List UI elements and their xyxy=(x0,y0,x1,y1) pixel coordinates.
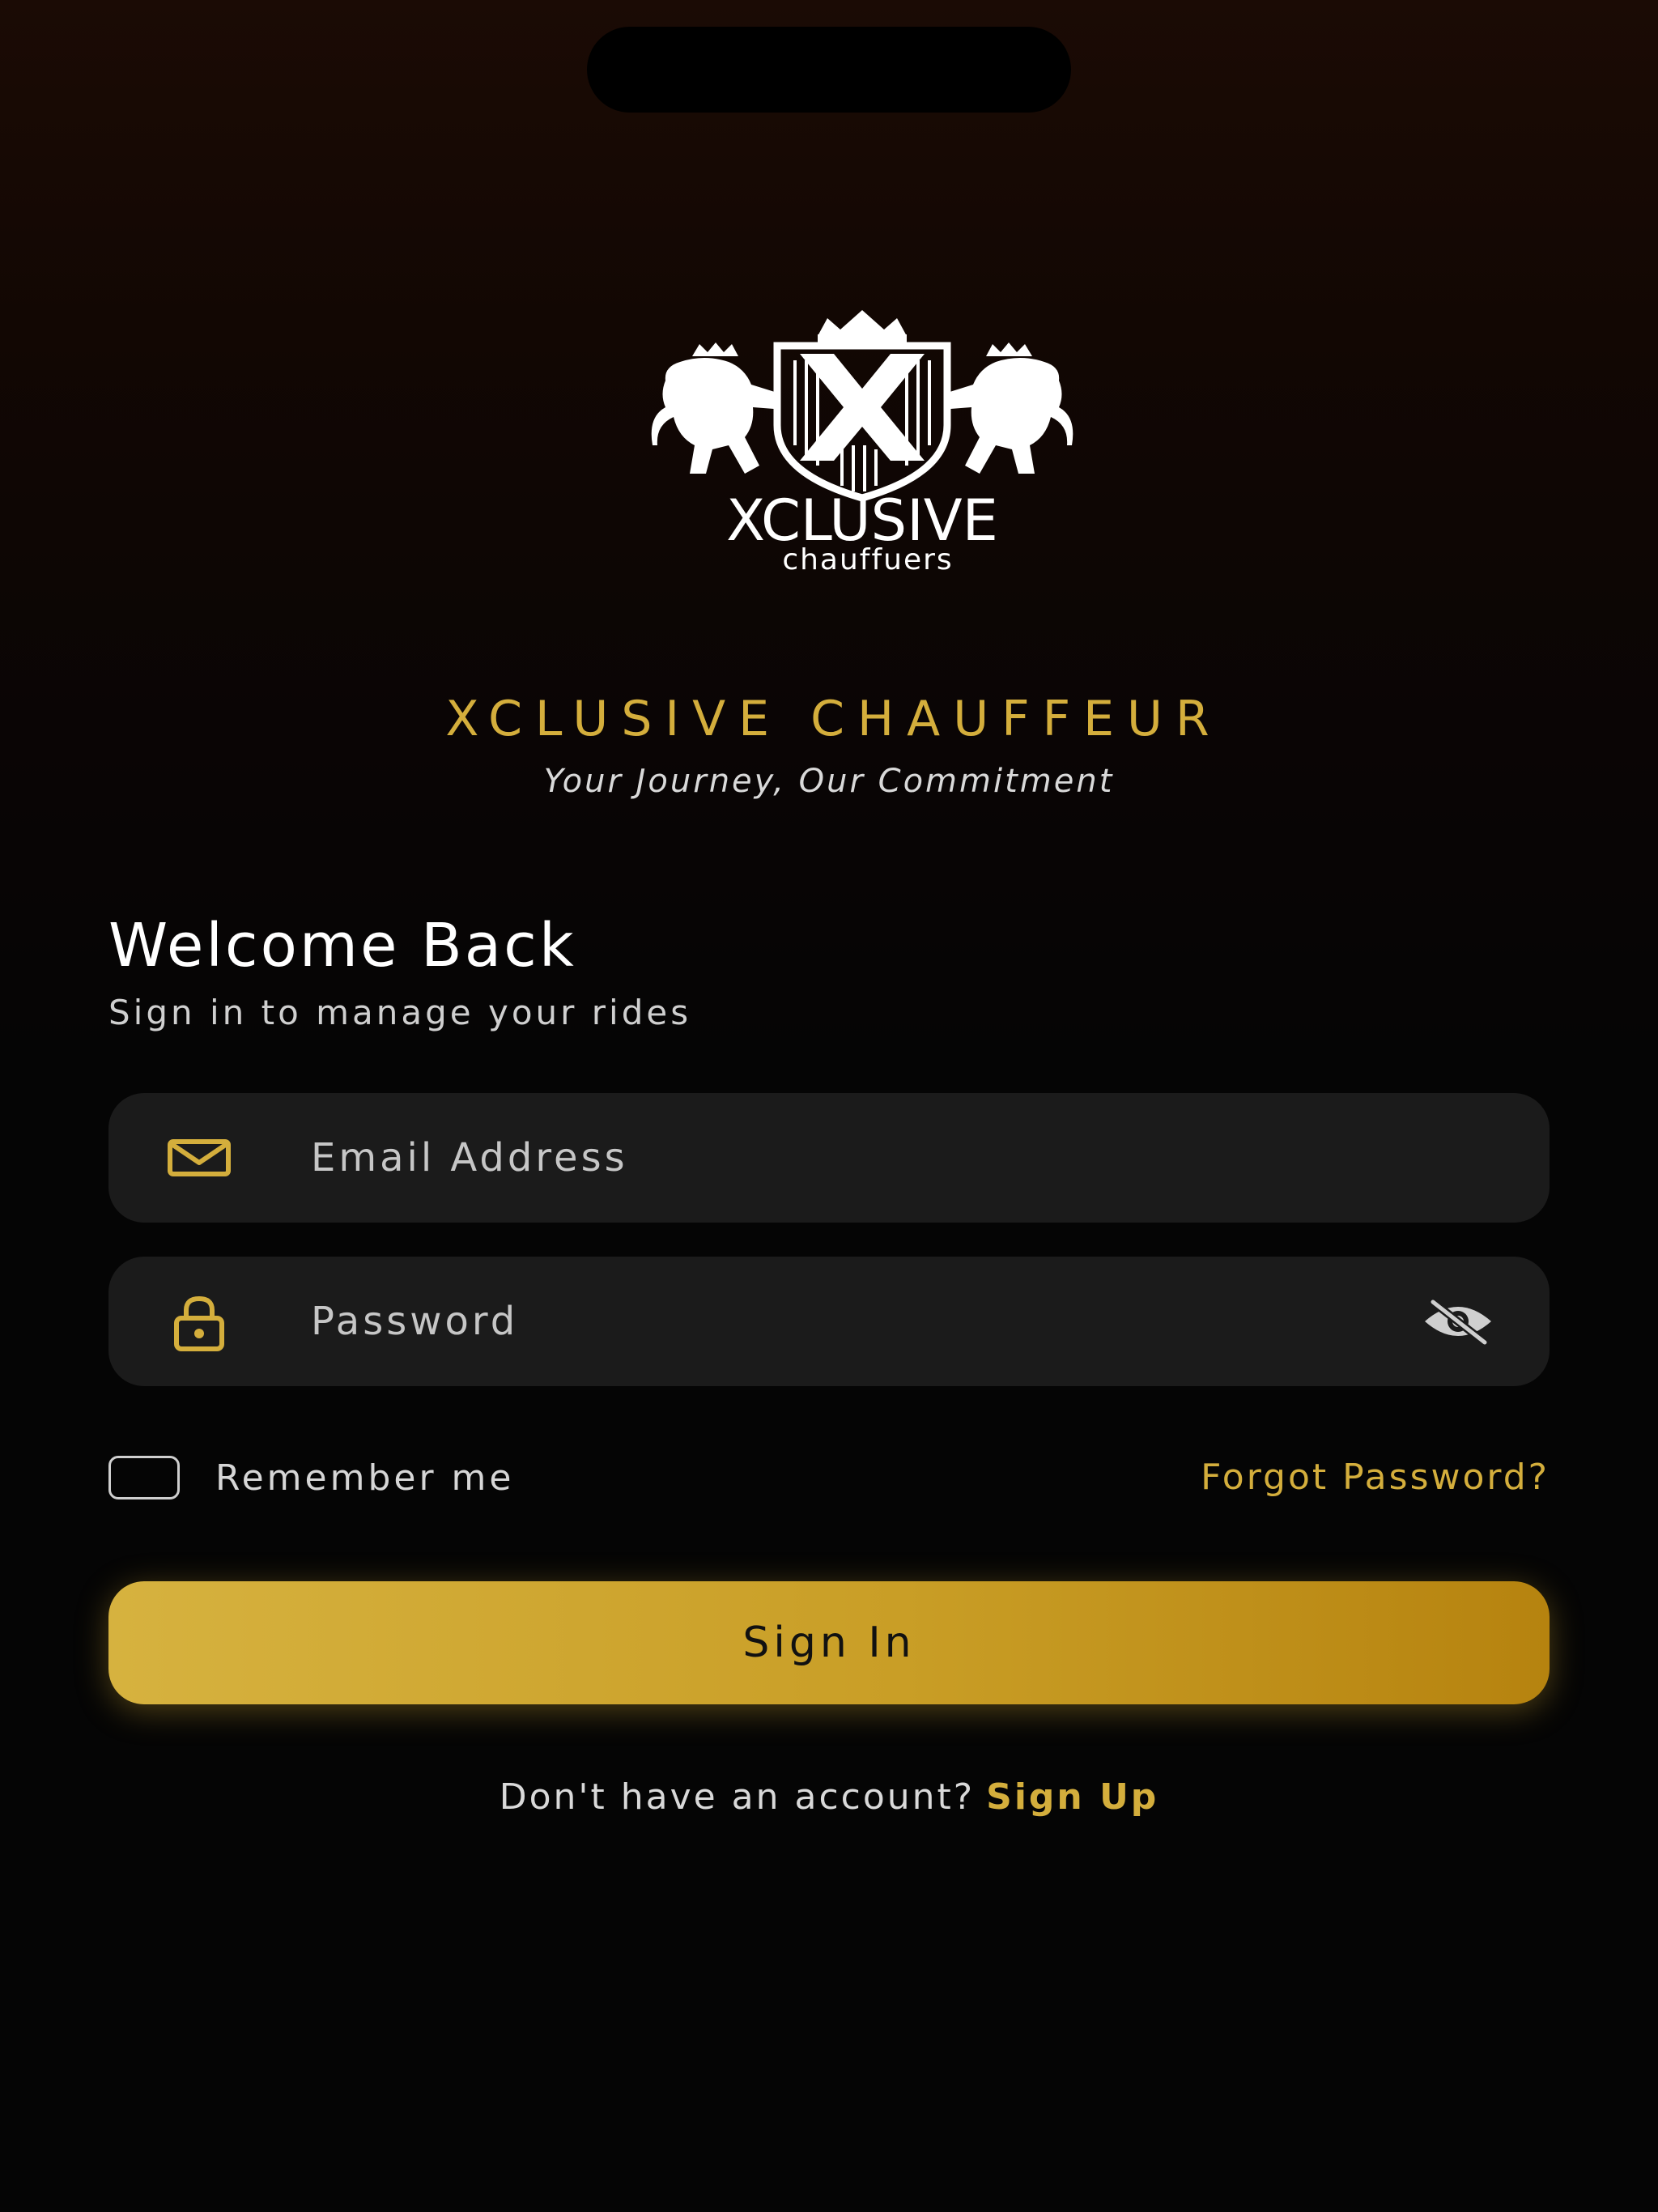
remember-me-checkbox[interactable] xyxy=(108,1456,180,1499)
eye-off-icon[interactable] xyxy=(1422,1297,1494,1346)
page-title: Welcome Back xyxy=(108,911,576,981)
brand-logo: XCLUSIVE chauffuers xyxy=(615,304,1109,575)
page-subtitle: Sign in to manage your rides xyxy=(108,993,692,1032)
sign-in-button[interactable]: Sign In xyxy=(108,1581,1550,1704)
forgot-password-link[interactable]: Forgot Password? xyxy=(1201,1453,1550,1502)
email-field-container[interactable] xyxy=(108,1093,1550,1223)
signup-prompt-text: Don't have an account? xyxy=(499,1776,976,1818)
remember-me-label: Remember me xyxy=(215,1457,515,1499)
brand-tagline: Your Journey, Our Commitment xyxy=(543,763,1115,800)
password-input[interactable] xyxy=(311,1257,1404,1386)
lock-icon xyxy=(167,1289,232,1354)
remember-me-toggle[interactable]: Remember me xyxy=(108,1453,514,1502)
signup-prompt-line: Don't have an account? Sign Up xyxy=(0,1773,1658,1822)
brand-title: XCLUSIVE CHAUFFEUR xyxy=(445,691,1222,747)
email-input[interactable] xyxy=(311,1093,1404,1223)
password-field-container[interactable] xyxy=(108,1257,1550,1386)
mail-icon xyxy=(167,1125,232,1190)
sign-up-link[interactable]: Sign Up xyxy=(986,1776,1158,1818)
logo-subtext: chauffuers xyxy=(782,543,953,575)
camera-notch xyxy=(587,27,1071,113)
